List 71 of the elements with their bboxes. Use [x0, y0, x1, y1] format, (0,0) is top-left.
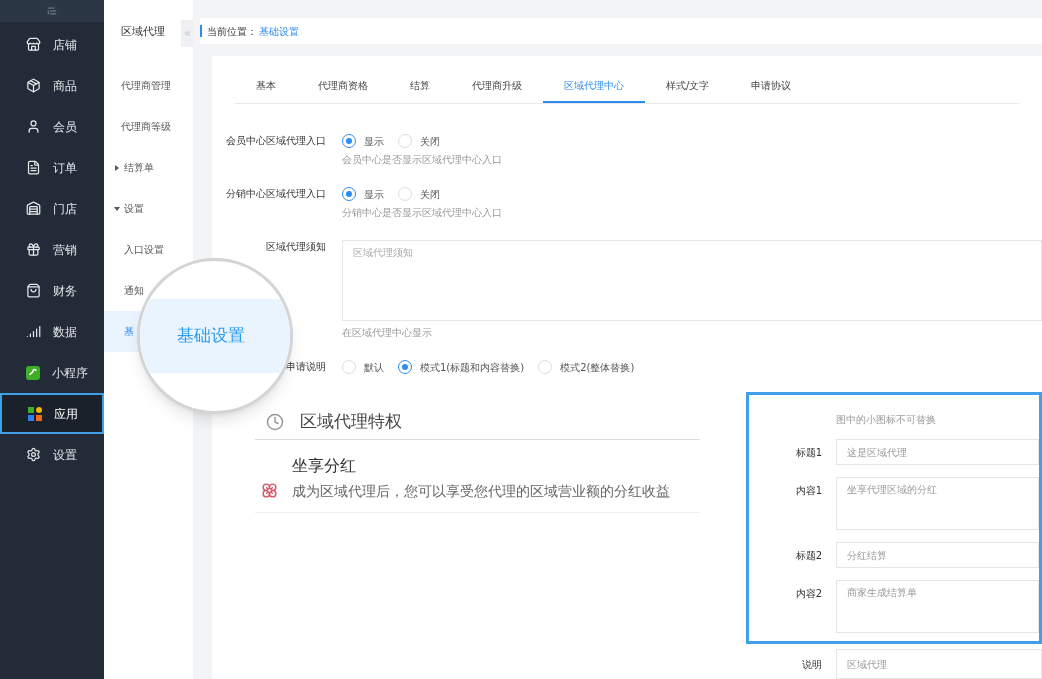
- subnav-item[interactable]: 代理商等级: [104, 106, 193, 147]
- tab[interactable]: 区域代理中心: [543, 78, 645, 103]
- note-text: 图中的小图标不可替换: [835, 413, 937, 427]
- breadcrumb-label: 当前位置：: [207, 24, 257, 39]
- breadcrumb-link[interactable]: 基础设置: [259, 23, 299, 39]
- tab[interactable]: 申请协议: [730, 78, 813, 103]
- sidebar-item[interactable]: 设置: [0, 434, 104, 475]
- bar-chart-icon: [26, 324, 41, 339]
- tab[interactable]: 基本: [235, 78, 297, 103]
- subnav-item[interactable]: 设置: [104, 188, 193, 229]
- hint-text: 会员中心是否显示区域代理中心入口: [342, 153, 503, 167]
- caret-icon: [115, 164, 119, 171]
- sidebar-item[interactable]: 财务: [0, 270, 104, 311]
- hint-text: 分销中心是否显示区域代理中心入口: [342, 206, 503, 220]
- field-label: 内容2: [794, 587, 823, 601]
- tab[interactable]: 结算: [389, 78, 451, 103]
- store-icon: [26, 37, 41, 52]
- sidebar-item[interactable]: 订单: [0, 147, 104, 188]
- radio-label[interactable]: 默认: [364, 359, 384, 375]
- radio-label[interactable]: 显示: [364, 186, 384, 202]
- document-icon: [26, 160, 41, 175]
- radio-label[interactable]: 模式2(整体替换): [560, 359, 635, 375]
- form-label: 分销中心区域代理入口: [225, 187, 327, 201]
- bag-icon: [26, 283, 41, 298]
- radio-label[interactable]: 关闭: [420, 133, 440, 149]
- chevrons-left-icon: [183, 29, 192, 38]
- gift-icon: [26, 242, 41, 257]
- sidebar-item[interactable]: 商品: [0, 65, 104, 106]
- field-label: 标题1: [794, 446, 823, 460]
- textarea-field[interactable]: 区域代理须知: [342, 240, 1042, 321]
- sidebar-item[interactable]: 门店: [0, 188, 104, 229]
- subnav-item[interactable]: 结算单: [104, 147, 193, 188]
- flower-icon: [261, 482, 278, 499]
- sidebar-item[interactable]: 店铺: [0, 24, 104, 65]
- clock-icon: [266, 412, 284, 431]
- textarea-field[interactable]: 商家生成结算单: [836, 580, 1039, 633]
- box-icon: [26, 78, 41, 93]
- benefit-text: 成为区域代理后，您可以享受您代理的区域营业额的分红收益: [292, 482, 670, 501]
- apps-grid-icon: [28, 406, 42, 421]
- preview-title: 区域代理特权: [300, 409, 402, 433]
- tab[interactable]: 代理商资格: [297, 78, 389, 103]
- user-icon: [26, 119, 41, 134]
- tab[interactable]: 代理商升级: [451, 78, 543, 103]
- settings-icon: [26, 447, 41, 462]
- sidebar-item[interactable]: 应用: [0, 393, 104, 434]
- subnav-item[interactable]: 代理商管理: [104, 65, 193, 106]
- form-label: 会员中心区域代理入口: [225, 134, 327, 148]
- field-label: 内容1: [794, 484, 823, 498]
- tab[interactable]: 样式/文字: [645, 78, 731, 103]
- input-field[interactable]: 区域代理: [836, 649, 1042, 679]
- radio-label[interactable]: 模式1(标题和内容替换): [420, 359, 525, 375]
- sidebar-item[interactable]: 数据: [0, 311, 104, 352]
- caret-icon: [114, 206, 120, 211]
- benefit-title: 坐享分红: [292, 455, 357, 477]
- sidebar-item[interactable]: 营销: [0, 229, 104, 270]
- field-label: 说明: [801, 658, 823, 672]
- textarea-field[interactable]: 坐享代理区域的分红: [836, 477, 1039, 530]
- menu-icon: [47, 6, 57, 16]
- field-label: 标题2: [794, 549, 823, 563]
- collapse-bar[interactable]: [0, 0, 104, 22]
- hint-text: 在区域代理中心显示: [342, 326, 433, 340]
- shop-icon: [26, 201, 41, 216]
- sidebar-item[interactable]: 小程序: [0, 352, 104, 393]
- form-label: 区域代理须知: [265, 240, 327, 254]
- collapse-button[interactable]: [181, 20, 194, 47]
- radio-label[interactable]: 显示: [364, 133, 384, 149]
- input-field[interactable]: 这是区域代理: [836, 439, 1039, 465]
- radio-label[interactable]: 关闭: [420, 186, 440, 202]
- subnav-title: 区域代理: [121, 26, 165, 37]
- sidebar-item[interactable]: 会员: [0, 106, 104, 147]
- input-field[interactable]: 分红结算: [836, 542, 1039, 568]
